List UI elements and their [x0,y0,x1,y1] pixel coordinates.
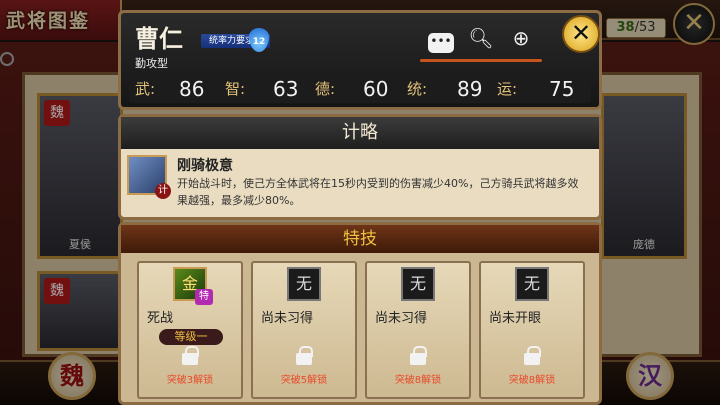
skill-name: 尚未习得 [375,311,428,326]
add-item-icon: ⊕ [512,26,530,50]
lock-icon [296,346,313,365]
button-underline [460,59,502,62]
general-type: 勤攻型 [135,57,168,70]
button-underline [420,59,462,62]
stat-label: 武: [135,80,156,98]
skill-level: 等级一 [159,329,223,345]
add-item-button[interactable]: ⊕ [500,23,542,62]
stat-intelligence: 智: 63 [225,75,298,103]
close-icon: ✕ [570,19,592,47]
stat-command: 统: 89 [407,75,482,103]
general-header: 曹仁 统率力要求 12 勤攻型 ••• 🔍︎ ⊕ ✕ 武: 86 智: 63 德… [118,10,602,110]
button-underline [500,59,542,62]
skill-slot[interactable]: 无 尚未开眼 突破8解锁 [479,261,585,399]
strategy-name: 刚骑极意 [177,158,233,174]
skill-icon: 无 [515,267,549,301]
rank-value-badge: 12 [249,28,269,52]
general-detail-modal: 曹仁 统率力要求 12 勤攻型 ••• 🔍︎ ⊕ ✕ 武: 86 智: 63 德… [118,10,602,405]
stat-luck: 运: 75 [497,75,574,103]
general-name: 曹仁 [135,25,183,53]
strategy-panel: 计略 计 刚骑极意 开始战斗时，使己方全体武将在15秒内受到的伤害减少40%，己… [118,114,602,220]
skill-slot[interactable]: 金 特 死战 等级一 突破3解锁 [137,261,243,399]
stat-value: 75 [549,77,575,101]
stat-label: 运: [497,80,518,98]
stat-label: 统: [407,80,428,98]
stat-virtue: 德: 60 [315,75,388,103]
magnifier-icon: 🔍︎ [468,26,494,50]
skills-title: 特技 [121,225,599,253]
lock-icon [524,346,541,365]
unlock-requirement: 突破3解锁 [153,346,227,393]
strategy-tag: 计 [155,183,171,199]
stat-force: 武: 86 [135,75,204,103]
search-button[interactable]: 🔍︎ [460,23,502,62]
stat-value: 89 [457,77,483,101]
unlock-requirement: 突破8解锁 [495,346,569,393]
skill-slot[interactable]: 无 尚未习得 突破5解锁 [251,261,357,399]
lock-icon [410,346,427,365]
stat-value: 63 [273,77,299,101]
skills-panel: 特技 金 特 死战 等级一 突破3解锁 无 尚未习得 突破5解锁 无 尚未习得 [118,222,602,405]
skill-slot[interactable]: 无 尚未习得 突破8解锁 [365,261,471,399]
unlock-requirement: 突破8解锁 [381,346,455,393]
unlock-text: 突破8解锁 [508,375,556,386]
skill-name: 尚未开眼 [489,311,542,326]
chat-icon: ••• [428,33,454,53]
strategy-title: 计略 [121,117,599,149]
skill-name: 尚未习得 [261,311,314,326]
unlock-requirement: 突破5解锁 [267,346,341,393]
skill-name: 死战 [147,311,174,326]
stat-value: 60 [363,77,389,101]
strategy-horse-icon[interactable]: 计 [127,155,171,199]
stat-label: 德: [315,80,336,98]
skill-icon: 无 [401,267,435,301]
chat-button[interactable]: ••• [420,23,462,62]
stats-row: 武: 86 智: 63 德: 60 统: 89 运: 75 [129,75,591,103]
close-button[interactable]: ✕ [562,15,600,53]
lock-icon [182,346,199,365]
unlock-text: 突破3解锁 [166,375,214,386]
strategy-description: 开始战斗时，使己方全体武将在15秒内受到的伤害减少40%，己方骑兵武将越多效果越… [177,177,579,207]
stat-value: 86 [179,77,205,101]
unlock-text: 突破5解锁 [280,375,328,386]
skill-icon: 金 特 [173,267,213,305]
stat-label: 智: [225,80,246,98]
unlock-text: 突破8解锁 [394,375,442,386]
skill-icon: 无 [287,267,321,301]
skill-tag: 特 [195,289,213,305]
